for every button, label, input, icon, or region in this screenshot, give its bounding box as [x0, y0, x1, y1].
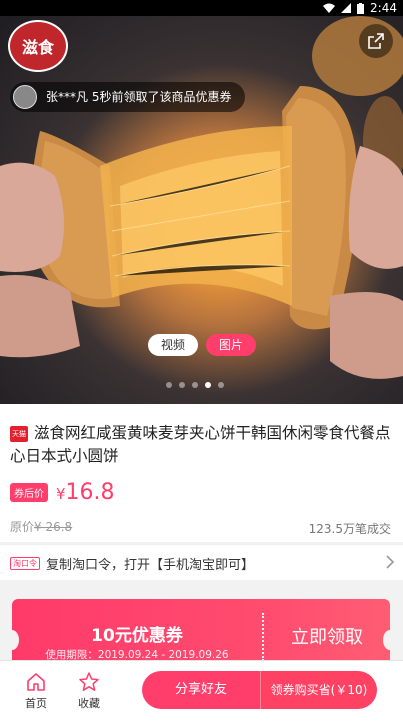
carousel-dot [179, 382, 185, 388]
price-badge: 券后价 [10, 483, 48, 502]
claim-and-buy-button[interactable]: 领券购买省(￥10) [260, 671, 377, 709]
coupon-section: 10元优惠券 使用期限：2019.09.24 - 2019.09.26 立即领取 [0, 580, 403, 669]
media-tabs: 视频 图片 [148, 334, 256, 356]
wifi-icon [323, 3, 336, 13]
tmall-badge: 天猫 [10, 426, 28, 442]
original-price-value: ¥ 26.8 [34, 520, 73, 534]
taokouling-badge: 淘口令 [10, 557, 40, 570]
share-friends-button[interactable]: 分享好友 [142, 671, 260, 709]
nav-home-label: 首页 [25, 697, 47, 710]
taokouling-text: 复制淘口令，打开【手机淘宝即可】 [46, 558, 255, 573]
product-title: 天猫 滋食网红咸蛋黄味麦芽夹心饼干韩国休闲零食代餐点心日本式小圆饼 [10, 422, 395, 468]
coupon-claim-toast: 张***凡 5秒前领取了该商品优惠券 [10, 82, 246, 112]
tab-image[interactable]: 图片 [206, 334, 256, 356]
price-value: 16.8 [65, 480, 115, 505]
product-title-text: 滋食网红咸蛋黄味麦芽夹心饼干韩国休闲零食代餐点心日本式小圆饼 [10, 424, 391, 465]
original-price-label: 原价 [10, 520, 35, 534]
signal-icon [341, 3, 352, 13]
toast-text: 张***凡 5秒前领取了该商品优惠券 [46, 90, 232, 104]
tab-video[interactable]: 视频 [148, 334, 198, 356]
product-info: 天猫 滋食网红咸蛋黄味麦芽夹心饼干韩国休闲零食代餐点心日本式小圆饼 券后价 ¥16… [0, 404, 403, 542]
coupon-card[interactable]: 10元优惠券 使用期限：2019.09.24 - 2019.09.26 立即领取 [12, 599, 390, 669]
coupon-amount: 10元优惠券 [91, 626, 183, 646]
status-time: 2:44 [370, 1, 397, 15]
carousel-indicator [166, 382, 224, 388]
brand-logo: 滋食 [8, 20, 68, 72]
chevron-right-icon [386, 555, 395, 569]
home-icon [27, 673, 45, 691]
currency-symbol: ¥ [56, 485, 66, 503]
product-image-carousel[interactable]: 滋食 张***凡 5秒前领取了该商品优惠券 视频 图片 [0, 16, 403, 404]
nav-home[interactable]: 首页 [16, 671, 56, 711]
carousel-dot [192, 382, 198, 388]
brand-logo-text: 滋食 [21, 38, 54, 57]
sales-count: 123.5万笔成交 [308, 522, 391, 536]
battery-icon [357, 2, 365, 14]
price-row: 券后价 ¥16.8 [10, 480, 115, 505]
carousel-dot [166, 382, 172, 388]
price: ¥16.8 [56, 480, 115, 505]
carousel-dot [218, 382, 224, 388]
claim-coupon-button[interactable]: 立即领取 [264, 623, 390, 649]
status-icons: 2:44 [323, 1, 397, 15]
copy-taokouling-row[interactable]: 淘口令 复制淘口令，打开【手机淘宝即可】 [0, 544, 403, 580]
status-bar: 2:44 [0, 0, 403, 16]
share-icon [368, 33, 384, 49]
original-price: 原价¥ 26.8 [10, 518, 72, 535]
carousel-dot-active [205, 382, 211, 388]
nav-favorite-label: 收藏 [78, 697, 100, 710]
nav-favorite[interactable]: 收藏 [69, 671, 109, 711]
star-icon [79, 672, 99, 691]
bottom-action-bar: 首页 收藏 分享好友 领券购买省(￥10) [0, 660, 403, 722]
avatar [13, 85, 37, 109]
share-button[interactable] [359, 24, 393, 58]
